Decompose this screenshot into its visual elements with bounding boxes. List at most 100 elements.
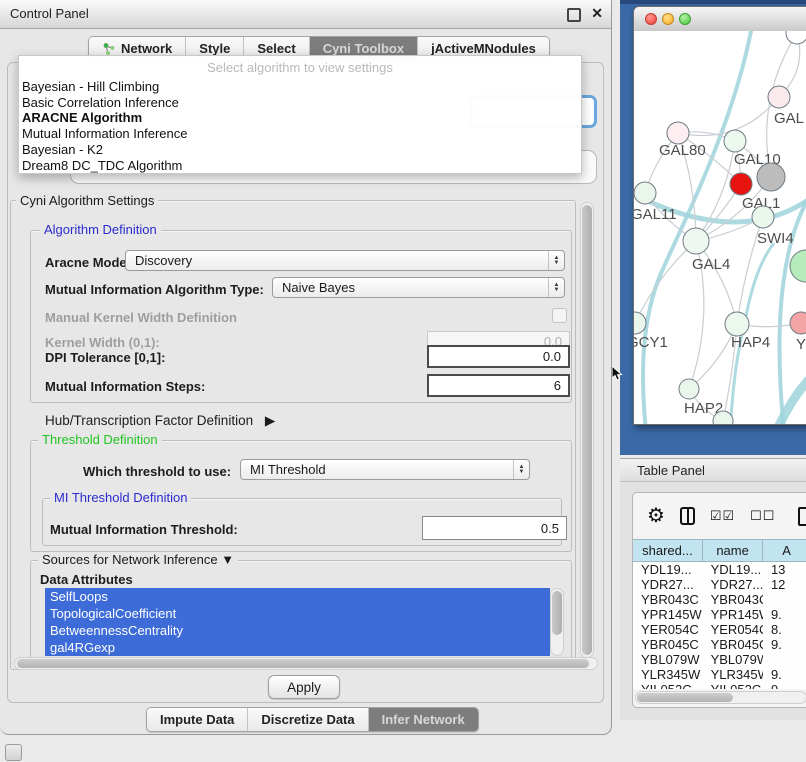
column-header[interactable]: name [703,539,763,562]
stepper-arrows-icon[interactable]: ▲▼ [513,460,529,479]
network-node[interactable] [790,250,806,282]
table-panel-titlebar[interactable]: Table Panel [620,458,806,482]
mi-type-label: Mutual Information Algorithm Type: [45,282,264,297]
minimize-traffic-light-icon[interactable] [662,13,674,25]
apply-button[interactable]: Apply [268,675,340,699]
column-header[interactable]: shared... [633,539,703,562]
network-node[interactable] [786,31,806,44]
network-node-y[interactable] [790,312,806,334]
table-cell: YER054C [703,622,763,637]
table-row[interactable]: YER054CYER054C8. [633,622,806,637]
table-cell: YIL052C [703,682,763,689]
table-cell: YDL19... [703,562,763,577]
table-row[interactable]: YDL19...YDL19...13 [633,562,806,577]
attribute-item[interactable]: gal4RGexp [45,639,550,656]
split-columns-icon[interactable] [680,507,695,525]
tab-label: Cyni Toolbox [323,41,404,56]
document-icon[interactable] [798,507,806,526]
manual-kernel-checkbox[interactable] [552,308,567,323]
data-attributes-list[interactable]: SelfLoopsTopologicalCoefficientBetweenne… [45,588,550,656]
control-panel: Control Panel ✕ NetworkStyleSelectCyni T… [0,0,612,735]
table-row[interactable]: YIL052CYIL052C9 [633,682,806,689]
table-cell: 9. [763,637,806,652]
select-all-icon[interactable]: ☑☑ [710,508,735,524]
network-node-gal11[interactable] [634,182,656,204]
algorithm-option[interactable]: ARACNE Algorithm [19,110,581,126]
dpi-tolerance-field[interactable]: 0.0 [427,345,570,368]
network-node-gal10[interactable] [724,130,746,152]
sources-group-title[interactable]: Sources for Network Inference ▼ [38,552,238,567]
expand-arrow-icon[interactable]: ▶ [265,413,275,428]
table-cell: YBL079W [633,652,703,667]
close-icon[interactable]: ✕ [591,5,603,22]
algorithm-option[interactable]: Bayesian - Hill Climbing [19,79,581,95]
tab-label: Discretize Data [261,712,354,727]
manual-kernel-label: Manual Kernel Width Definition [45,310,237,325]
mi-type-combo[interactable]: Naive Bayes ▲▼ [272,277,565,298]
algorithm-option[interactable]: Mutual Information Inference [19,126,581,142]
close-traffic-light-icon[interactable] [645,13,657,25]
table-row[interactable]: YLR345WYLR345W9. [633,667,806,682]
apply-button-label: Apply [287,680,321,695]
tab-infer-network[interactable]: Infer Network [369,708,478,731]
mi-steps-field[interactable]: 6 [427,374,570,397]
table-cell [763,652,806,667]
node-label: GCY1 [634,334,668,351]
network-canvas[interactable]: GALGAL80GAL10GAL1GAL11SWI4GAL4GCY1HAP4YH… [634,31,806,424]
table-row[interactable]: YPR145WYPR145W9. [633,607,806,622]
stepper-arrows-icon[interactable]: ▲▼ [548,278,564,297]
algorithm-option[interactable]: Bayesian - K2 [19,142,581,158]
network-node-gal80[interactable] [667,122,689,144]
network-node-swi4[interactable] [752,206,774,228]
gear-icon[interactable]: ⚙ [647,506,665,526]
table-cell: YPR145W [703,607,763,622]
deselect-all-icon[interactable]: ☐☐ [750,508,775,524]
which-threshold-combo[interactable]: MI Threshold ▲▼ [240,459,530,480]
network-graph: GALGAL80GAL10GAL1GAL11SWI4GAL4GCY1HAP4YH… [634,31,806,424]
mouse-cursor-icon [612,366,624,382]
attribute-item[interactable]: BetweennessCentrality [45,622,550,639]
network-node-hap2[interactable] [679,379,699,399]
table-horizontal-scrollbar[interactable] [635,691,806,704]
aracne-mode-combo[interactable]: Discovery ▲▼ [125,250,565,271]
network-node-gal1[interactable] [730,173,752,195]
attribute-item[interactable]: SelfLoops [45,588,550,605]
settings-vertical-scrollbar[interactable] [580,202,594,658]
table-cell: 9 [763,682,806,689]
mi-threshold-field[interactable]: 0.5 [422,516,567,540]
table-row[interactable]: YBR043CYBR043C [633,592,806,607]
network-node-hap4[interactable] [725,312,749,336]
attributes-scrollbar[interactable] [550,588,564,656]
tab-discretize-data[interactable]: Discretize Data [248,708,368,731]
dpi-tolerance-label: DPI Tolerance [0,1]: [45,350,165,365]
sources-title-text: Sources for Network Inference [42,552,218,567]
algorithm-option[interactable]: Dream8 DC_TDC Algorithm [19,158,581,174]
column-header[interactable]: A [763,539,806,562]
float-window-icon[interactable] [567,8,581,22]
table-cell [763,592,806,607]
network-node-gal[interactable] [768,86,790,108]
algorithm-option[interactable]: Basic Correlation Inference [19,95,581,111]
collapse-arrow-icon[interactable]: ▼ [221,552,234,567]
tab-impute-data[interactable]: Impute Data [147,708,248,731]
table-row[interactable]: YDR27...YDR27...12 [633,577,806,592]
network-edge[interactable] [635,241,696,323]
aracne-mode-label: Aracne Mode: [45,255,131,270]
network-edge[interactable] [696,241,737,324]
application-root: Control Panel ✕ NetworkStyleSelectCyni T… [0,0,806,762]
network-window-titlebar[interactable] [634,7,806,32]
table-card: ⚙ ☑☑ ☐☐ shared...nameA YDL19...YDL19...1… [632,492,806,708]
table-row[interactable]: YBL079WYBL079W [633,652,806,667]
stepper-arrows-icon[interactable]: ▲▼ [548,251,564,270]
dock-panel-icon[interactable] [5,744,22,761]
zoom-traffic-light-icon[interactable] [679,13,691,25]
attribute-item[interactable]: TopologicalCoefficient [45,605,550,622]
network-window[interactable]: GALGAL80GAL10GAL1GAL11SWI4GAL4GCY1HAP4YH… [633,6,806,425]
settings-horizontal-scrollbar[interactable] [14,657,598,670]
network-node-gal4[interactable] [683,228,709,254]
table-row[interactable]: YBR045CYBR045C9. [633,637,806,652]
hub-definition-toggle[interactable]: Hub/Transcription Factor Definition ▶ [45,413,275,429]
network-node[interactable] [757,163,785,191]
table-cell: YBL079W [703,652,763,667]
control-panel-titlebar[interactable]: Control Panel ✕ [0,0,611,29]
